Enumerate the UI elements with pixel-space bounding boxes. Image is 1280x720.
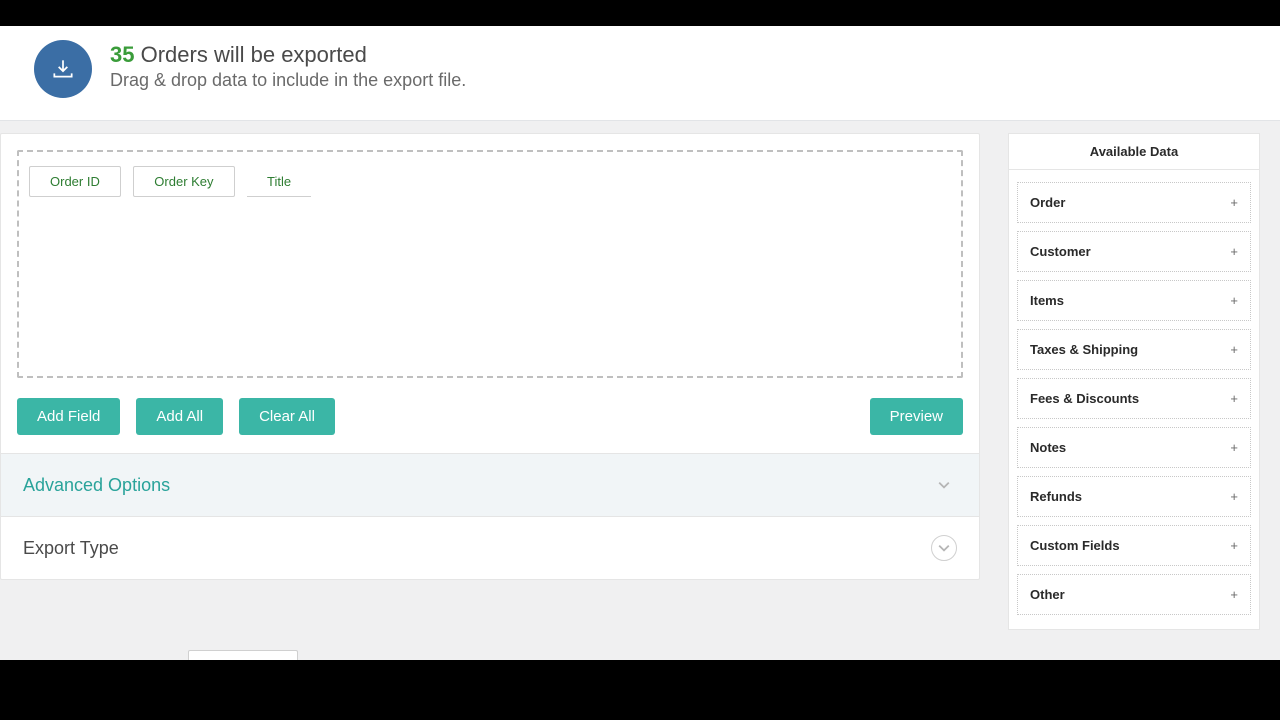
export-icon [34,40,92,98]
data-group-label: Taxes & Shipping [1030,342,1138,357]
export-count: 35 [110,42,134,67]
data-group-notes[interactable]: Notes + [1017,427,1251,468]
data-group-taxes-shipping[interactable]: Taxes & Shipping + [1017,329,1251,370]
field-chip[interactable]: Title [247,167,311,197]
add-field-button[interactable]: Add Field [17,398,120,435]
plus-icon: + [1230,587,1238,602]
field-chip[interactable]: Order ID [29,166,121,197]
data-group-label: Other [1030,587,1065,602]
data-group-label: Custom Fields [1030,538,1120,553]
add-all-button[interactable]: Add All [136,398,223,435]
letterbox-bottom [0,660,1280,720]
fields-panel: Order ID Order Key Title Add Field Add A… [0,133,980,580]
plus-icon: + [1230,195,1238,210]
data-group-label: Items [1030,293,1064,308]
title-rest: Orders will be exported [134,42,366,67]
data-group-fees-discounts[interactable]: Fees & Discounts + [1017,378,1251,419]
data-group-label: Refunds [1030,489,1082,504]
export-type-label: Export Type [23,538,119,559]
plus-icon: + [1230,538,1238,553]
fields-dropzone[interactable]: Order ID Order Key Title [17,150,963,378]
plus-icon: + [1230,391,1238,406]
page-title: 35 Orders will be exported [110,42,466,68]
header-text: 35 Orders will be exported Drag & drop d… [110,40,466,91]
export-type-section[interactable]: Export Type [1,516,979,579]
plus-icon: + [1230,489,1238,504]
button-row: Add Field Add All Clear All Preview [1,378,979,453]
data-group-items[interactable]: Items + [1017,280,1251,321]
plus-icon: + [1230,293,1238,308]
data-group-order[interactable]: Order + [1017,182,1251,223]
data-group-label: Fees & Discounts [1030,391,1139,406]
data-group-customer[interactable]: Customer + [1017,231,1251,272]
export-header: 35 Orders will be exported Drag & drop d… [0,26,1280,121]
available-data-title: Available Data [1009,134,1259,170]
available-data-list: Order + Customer + Items + Taxes & Shipping… [1009,170,1259,629]
data-group-refunds[interactable]: Refunds + [1017,476,1251,517]
chevron-down-icon [931,535,957,561]
plus-icon: + [1230,440,1238,455]
field-chip[interactable]: Order Key [133,166,234,197]
advanced-options-section[interactable]: Advanced Options [1,453,979,516]
chevron-down-icon [931,472,957,498]
data-group-custom-fields[interactable]: Custom Fields + [1017,525,1251,566]
data-group-label: Notes [1030,440,1066,455]
data-group-label: Customer [1030,244,1091,259]
data-group-label: Order [1030,195,1065,210]
advanced-options-label: Advanced Options [23,475,170,496]
page-subtitle: Drag & drop data to include in the expor… [110,70,466,91]
plus-icon: + [1230,244,1238,259]
plus-icon: + [1230,342,1238,357]
preview-button[interactable]: Preview [870,398,963,435]
data-group-other[interactable]: Other + [1017,574,1251,615]
available-data-panel: Available Data Order + Customer + Items + T… [1008,133,1260,630]
clear-all-button[interactable]: Clear All [239,398,335,435]
letterbox-top [0,0,1280,26]
